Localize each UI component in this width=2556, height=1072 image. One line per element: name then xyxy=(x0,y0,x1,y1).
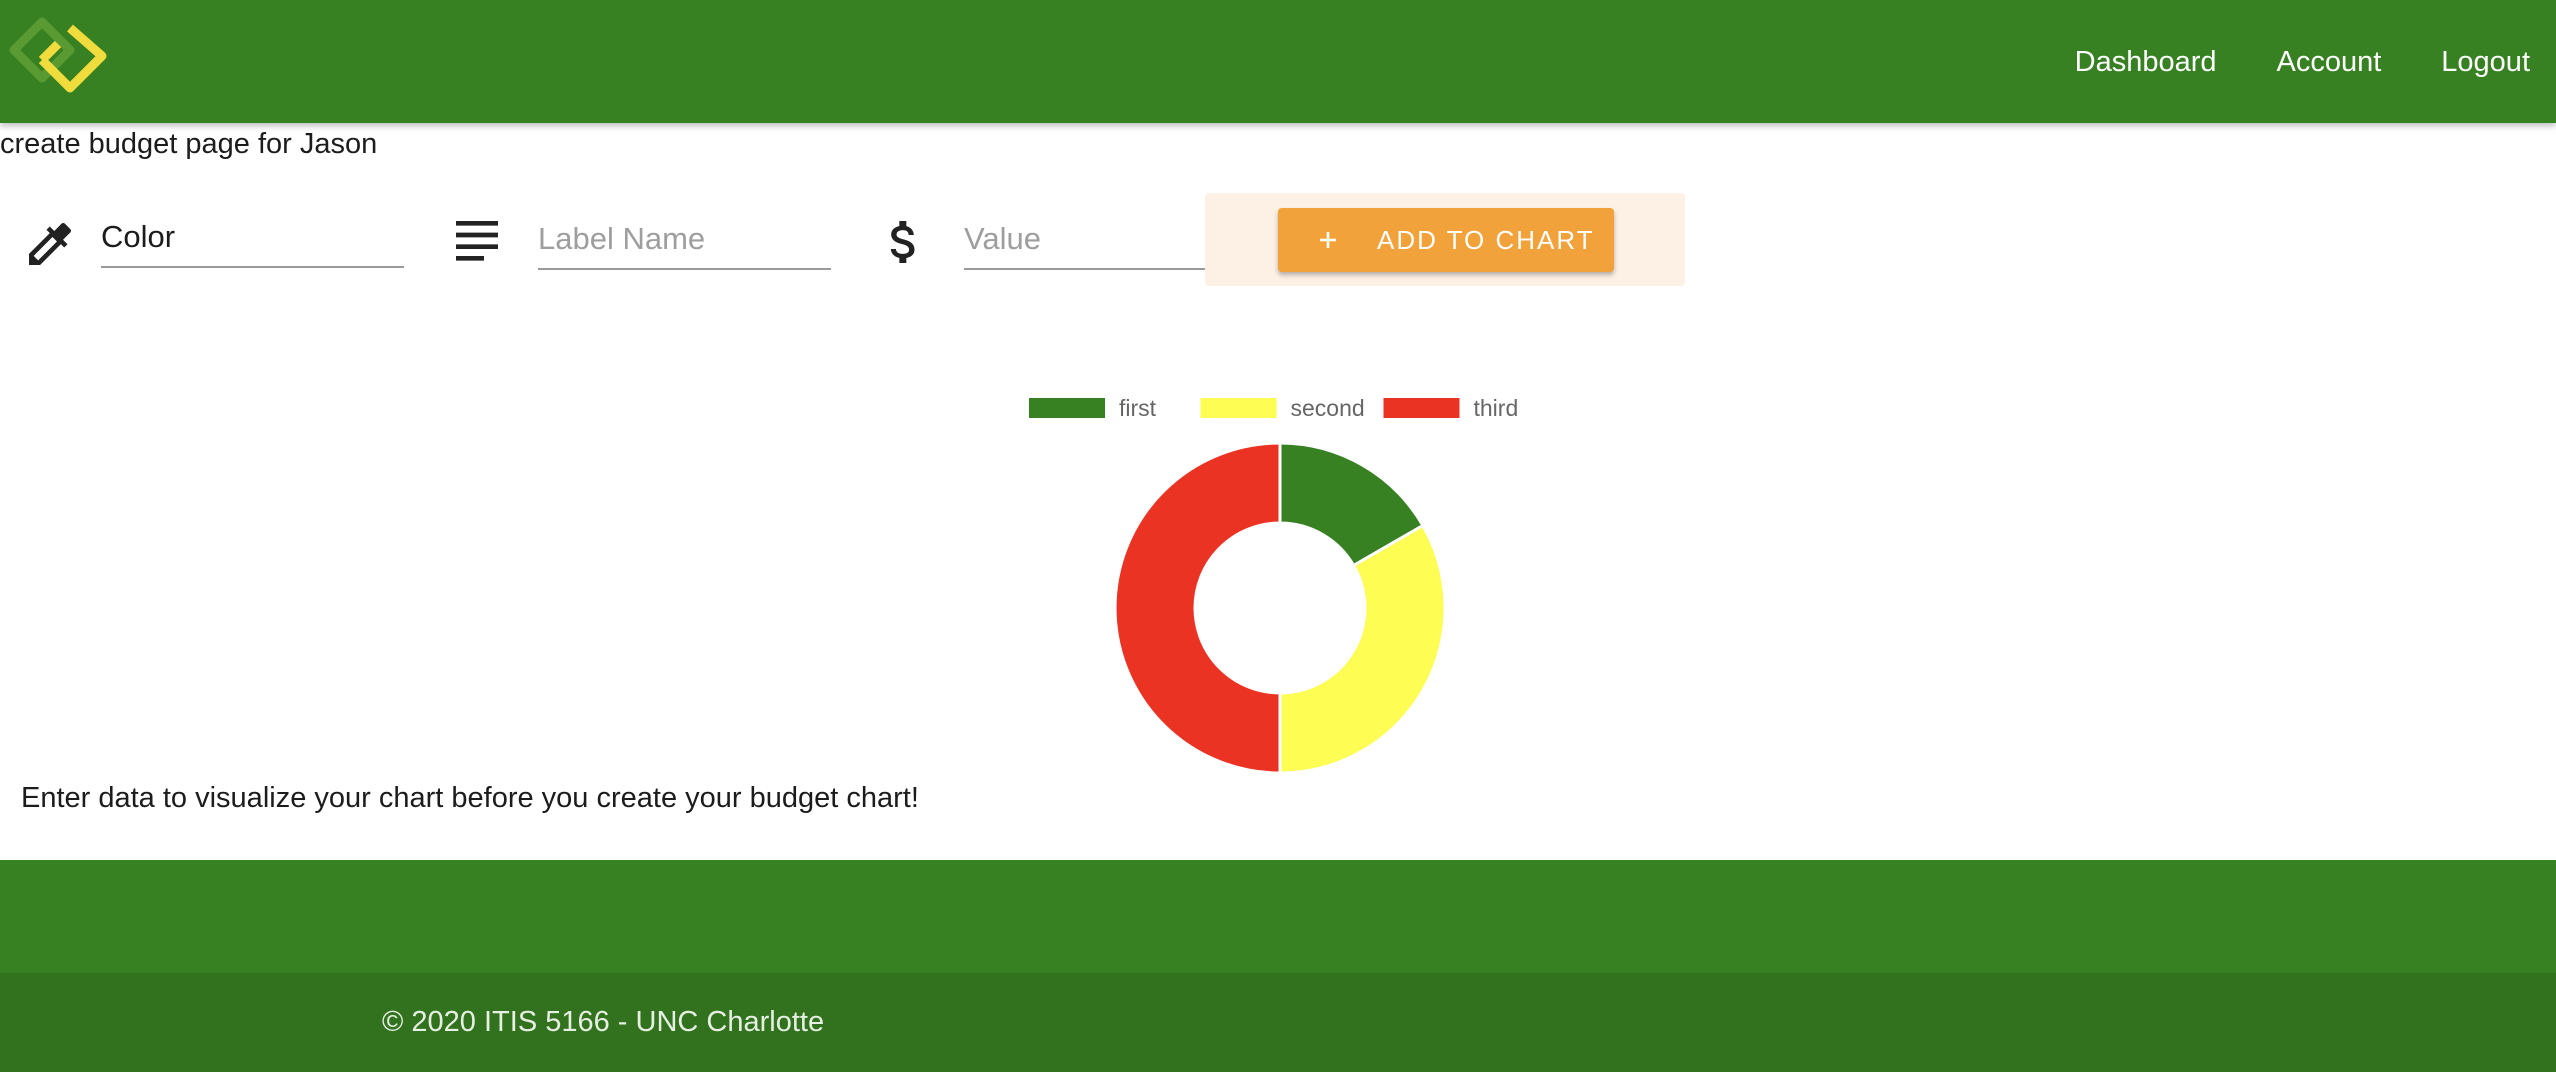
footer-band xyxy=(0,860,2556,973)
eyedropper-icon xyxy=(29,222,72,265)
nav-account-link[interactable]: Account xyxy=(2277,46,2382,79)
label-name-input[interactable] xyxy=(538,210,831,268)
legend-label-third[interactable]: third xyxy=(1474,395,1519,421)
add-to-chart-label: ADD TO CHART xyxy=(1377,225,1595,255)
chart-hint-text: Enter data to visualize your chart befor… xyxy=(21,782,919,814)
main-nav: Dashboard Account Logout xyxy=(2015,40,2530,84)
label-name-field[interactable] xyxy=(538,210,831,270)
top-navbar: Dashboard Account Logout xyxy=(0,0,2556,123)
legend-label-first[interactable]: first xyxy=(1119,395,1157,421)
plus-icon xyxy=(1320,232,1336,248)
doughnut-slice-third[interactable] xyxy=(1113,441,1282,775)
page-title: create budget page for Jason xyxy=(0,128,378,160)
nav-dashboard-link[interactable]: Dashboard xyxy=(2075,46,2217,79)
nav-logout-link[interactable]: Logout xyxy=(2441,46,2530,79)
text-lines-icon xyxy=(456,221,498,261)
dollar-icon xyxy=(890,221,915,263)
budget-doughnut-chart: first second third xyxy=(1029,395,1518,775)
legend-swatch-third[interactable] xyxy=(1383,398,1460,418)
diamond-logo-icon[interactable] xyxy=(6,16,114,96)
color-input[interactable] xyxy=(101,208,404,266)
legend-swatch-second[interactable] xyxy=(1200,398,1277,418)
legend-swatch-first[interactable] xyxy=(1029,398,1105,418)
color-field[interactable] xyxy=(101,208,404,268)
chart-slices xyxy=(1113,441,1447,775)
legend-label-second[interactable]: second xyxy=(1291,395,1365,421)
footer-copyright: © 2020 ITIS 5166 - UNC Charlotte xyxy=(382,1006,825,1038)
doughnut-slice-second[interactable] xyxy=(1278,523,1447,775)
chart-legend: first second third xyxy=(1029,395,1518,421)
add-to-chart-button[interactable]: ADD TO CHART xyxy=(1278,208,1614,272)
